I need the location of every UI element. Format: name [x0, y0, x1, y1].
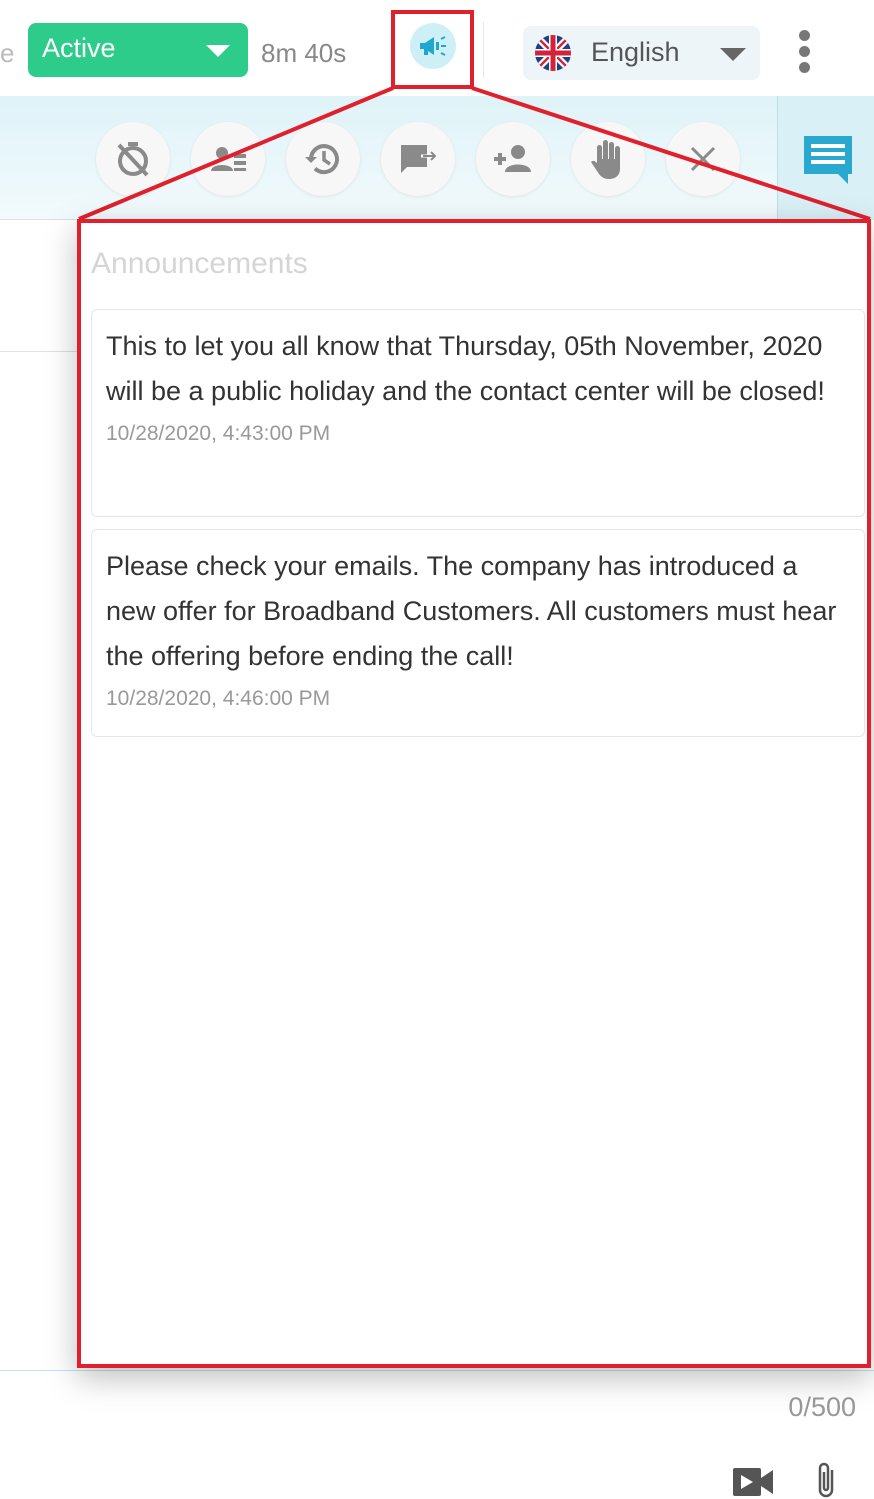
- announcement-card: Please check your emails. The company ha…: [91, 529, 865, 737]
- paperclip-icon: [818, 1462, 834, 1498]
- announcement-card: This to let you all know that Thursday, …: [91, 309, 865, 517]
- announcements-popup: Announcements This to let you all know t…: [77, 219, 871, 1368]
- status-timer: 8m 40s: [261, 38, 347, 68]
- language-dropdown[interactable]: English: [523, 26, 760, 80]
- add-user-icon: [494, 145, 531, 172]
- chevron-down-icon: [720, 48, 746, 61]
- timer-off-button[interactable]: [96, 122, 170, 196]
- timer-off-icon: [117, 142, 149, 177]
- announcement-timestamp: 10/28/2020, 4:46:00 PM: [106, 687, 331, 710]
- add-participant-button[interactable]: [476, 122, 550, 196]
- chevron-down-icon: [206, 45, 230, 57]
- transfer-icon: [401, 145, 438, 173]
- more-options-button[interactable]: [790, 30, 818, 78]
- close-icon: [690, 146, 716, 172]
- top-status-bar: e Active 8m 40s English: [0, 0, 874, 96]
- raise-hand-icon: [591, 140, 620, 179]
- attach-file-button[interactable]: [812, 1460, 842, 1499]
- announcements-highlight: [391, 10, 474, 89]
- language-value: English: [591, 37, 680, 67]
- end-interaction-button[interactable]: [666, 122, 740, 196]
- kebab-menu-icon: [798, 30, 810, 41]
- chat-icon: [804, 136, 852, 184]
- announcement-message: This to let you all know that Thursday, …: [106, 331, 825, 406]
- agent-status-value: Active: [42, 33, 116, 63]
- announcements-button[interactable]: [410, 23, 456, 69]
- popup-title: Announcements: [91, 247, 308, 280]
- interaction-toolbar: [0, 96, 777, 220]
- divider: [0, 351, 78, 352]
- divider: [0, 1370, 874, 1371]
- chat-panel-button[interactable]: [777, 96, 874, 220]
- megaphone-icon: [420, 36, 446, 56]
- video-camera-icon: [733, 1468, 773, 1496]
- video-call-button[interactable]: [731, 1465, 775, 1499]
- announcement-message: Please check your emails. The company ha…: [106, 551, 837, 671]
- divider: [483, 22, 484, 78]
- truncated-label: e: [0, 38, 15, 68]
- contact-details-button[interactable]: [191, 122, 265, 196]
- transfer-button[interactable]: [381, 122, 455, 196]
- character-counter: 0/500: [788, 1392, 856, 1422]
- uk-flag-icon: [535, 35, 571, 71]
- contact-card-icon: [211, 147, 246, 171]
- announcement-timestamp: 10/28/2020, 4:43:00 PM: [106, 422, 331, 445]
- agent-status-dropdown[interactable]: Active: [28, 23, 248, 77]
- history-icon: [305, 144, 339, 175]
- hold-button[interactable]: [571, 122, 645, 196]
- history-button[interactable]: [286, 122, 360, 196]
